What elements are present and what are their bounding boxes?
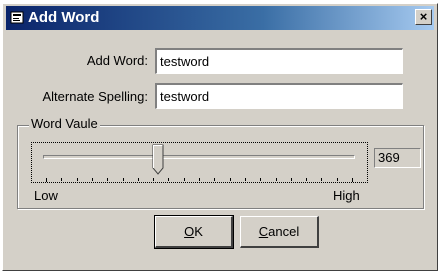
word-value-slider[interactable]: [31, 142, 368, 183]
slider-value-display: 369: [374, 148, 421, 168]
title-bar[interactable]: Add Word ×: [6, 6, 434, 30]
ok-mnemonic: O: [184, 223, 195, 239]
slider-tick: [337, 178, 338, 181]
high-label: High: [333, 188, 360, 203]
close-icon: ×: [419, 9, 428, 24]
cancel-button[interactable]: Cancel: [240, 216, 319, 248]
slider-track: [43, 155, 355, 159]
alternate-spelling-label: Alternate Spelling:: [42, 89, 148, 104]
slider-tick: [92, 178, 93, 181]
slider-tick: [184, 178, 185, 181]
add-word-label: Add Word:: [86, 53, 148, 68]
slider-tick: [46, 178, 47, 182]
word-value-group-title: Word Vaule: [29, 116, 100, 131]
slider-tick: [214, 178, 215, 181]
slider-tick: [153, 178, 154, 181]
cancel-label-rest: ancel: [268, 223, 300, 239]
window-title: Add Word: [28, 9, 100, 26]
cancel-mnemonic: C: [258, 223, 269, 239]
slider-tick: [321, 178, 322, 181]
slider-tick: [138, 178, 139, 181]
slider-tick: [260, 178, 261, 181]
slider-tick: [276, 178, 277, 181]
slider-tick: [245, 178, 246, 181]
slider-tick: [230, 178, 231, 181]
slider-tick: [199, 178, 200, 181]
slider-tick: [77, 178, 78, 181]
slider-tick: [306, 178, 307, 181]
slider-thumb[interactable]: [152, 144, 164, 176]
slider-tick: [107, 178, 108, 181]
slider-tick: [123, 178, 124, 181]
slider-tick: [61, 178, 62, 181]
low-label: Low: [34, 188, 58, 203]
ok-button[interactable]: OK: [154, 215, 234, 249]
close-button[interactable]: ×: [415, 9, 432, 25]
alternate-spelling-input[interactable]: [155, 83, 403, 109]
slider-tick: [352, 178, 353, 182]
dictionary-icon: [10, 11, 24, 24]
slider-tick: [168, 178, 169, 181]
slider-tick: [291, 178, 292, 181]
add-word-input[interactable]: [155, 48, 403, 74]
ok-label-rest: K: [194, 223, 203, 239]
